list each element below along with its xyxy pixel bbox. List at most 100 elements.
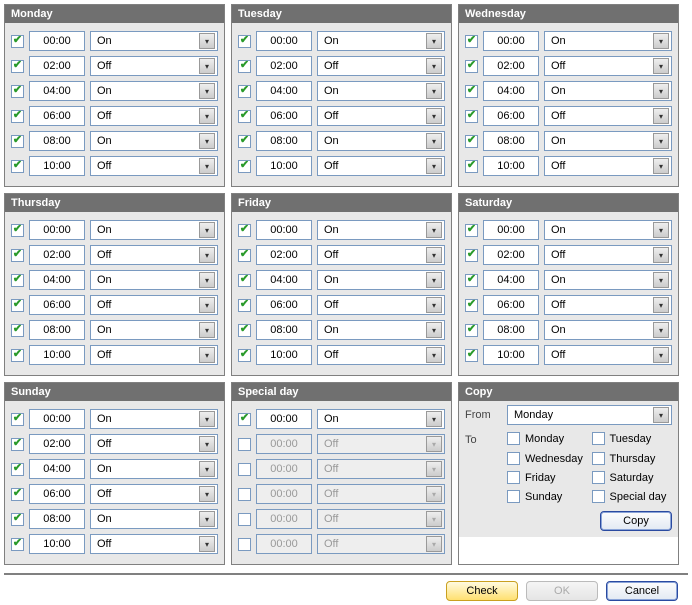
copy-target-checkbox[interactable] <box>507 490 520 503</box>
row-checkbox[interactable] <box>465 349 478 362</box>
row-checkbox[interactable] <box>465 35 478 48</box>
state-select[interactable]: Off▾ <box>90 156 218 176</box>
state-select[interactable]: On▾ <box>90 459 218 479</box>
time-input[interactable] <box>256 81 312 101</box>
row-checkbox[interactable] <box>11 538 24 551</box>
row-checkbox[interactable] <box>11 35 24 48</box>
state-select[interactable]: Off▾ <box>317 106 445 126</box>
state-select[interactable]: Off▾ <box>317 156 445 176</box>
time-input[interactable] <box>29 245 85 265</box>
state-select[interactable]: Off▾ <box>544 245 672 265</box>
row-checkbox[interactable] <box>465 135 478 148</box>
state-select[interactable]: Off▾ <box>544 345 672 365</box>
row-checkbox[interactable] <box>11 135 24 148</box>
row-checkbox[interactable] <box>238 299 251 312</box>
time-input[interactable] <box>29 320 85 340</box>
state-select[interactable]: Off▾ <box>90 484 218 504</box>
state-select[interactable]: On▾ <box>544 131 672 151</box>
state-select[interactable]: Off▾ <box>317 295 445 315</box>
time-input[interactable] <box>29 220 85 240</box>
row-checkbox[interactable] <box>238 135 251 148</box>
time-input[interactable] <box>29 156 85 176</box>
copy-target-checkbox[interactable] <box>592 471 605 484</box>
state-select[interactable]: Off▾ <box>90 245 218 265</box>
time-input[interactable] <box>483 245 539 265</box>
row-checkbox[interactable] <box>465 299 478 312</box>
time-input[interactable] <box>29 56 85 76</box>
time-input[interactable] <box>256 245 312 265</box>
time-input[interactable] <box>256 320 312 340</box>
from-select[interactable]: Monday▾ <box>507 405 672 425</box>
time-input[interactable] <box>483 81 539 101</box>
state-select[interactable]: On▾ <box>90 131 218 151</box>
time-input[interactable] <box>256 106 312 126</box>
row-checkbox[interactable] <box>465 224 478 237</box>
state-select[interactable]: On▾ <box>90 81 218 101</box>
state-select[interactable]: Off▾ <box>544 106 672 126</box>
time-input[interactable] <box>483 131 539 151</box>
row-checkbox[interactable] <box>11 299 24 312</box>
row-checkbox[interactable] <box>11 488 24 501</box>
state-select[interactable]: On▾ <box>317 320 445 340</box>
state-select[interactable]: On▾ <box>90 220 218 240</box>
time-input[interactable] <box>483 345 539 365</box>
state-select[interactable]: On▾ <box>90 509 218 529</box>
state-select[interactable]: On▾ <box>317 31 445 51</box>
state-select[interactable]: Off▾ <box>317 345 445 365</box>
state-select[interactable]: Off▾ <box>90 106 218 126</box>
time-input[interactable] <box>483 56 539 76</box>
row-checkbox[interactable] <box>238 463 251 476</box>
time-input[interactable] <box>29 270 85 290</box>
state-select[interactable]: Off▾ <box>90 434 218 454</box>
time-input[interactable] <box>29 345 85 365</box>
state-select[interactable]: On▾ <box>90 320 218 340</box>
row-checkbox[interactable] <box>11 110 24 123</box>
row-checkbox[interactable] <box>11 463 24 476</box>
time-input[interactable] <box>29 434 85 454</box>
time-input[interactable] <box>483 270 539 290</box>
state-select[interactable]: On▾ <box>317 220 445 240</box>
copy-target-checkbox[interactable] <box>592 432 605 445</box>
time-input[interactable] <box>256 409 312 429</box>
copy-target-checkbox[interactable] <box>592 452 605 465</box>
row-checkbox[interactable] <box>238 60 251 73</box>
time-input[interactable] <box>256 270 312 290</box>
row-checkbox[interactable] <box>238 488 251 501</box>
row-checkbox[interactable] <box>238 324 251 337</box>
time-input[interactable] <box>483 295 539 315</box>
row-checkbox[interactable] <box>238 110 251 123</box>
state-select[interactable]: Off▾ <box>90 345 218 365</box>
row-checkbox[interactable] <box>238 513 251 526</box>
time-input[interactable] <box>483 106 539 126</box>
row-checkbox[interactable] <box>238 413 251 426</box>
row-checkbox[interactable] <box>238 85 251 98</box>
state-select[interactable]: On▾ <box>544 320 672 340</box>
time-input[interactable] <box>29 484 85 504</box>
time-input[interactable] <box>256 220 312 240</box>
row-checkbox[interactable] <box>238 160 251 173</box>
row-checkbox[interactable] <box>238 274 251 287</box>
state-select[interactable]: Off▾ <box>544 295 672 315</box>
row-checkbox[interactable] <box>11 85 24 98</box>
state-select[interactable]: On▾ <box>317 409 445 429</box>
copy-target-checkbox[interactable] <box>507 471 520 484</box>
state-select[interactable]: On▾ <box>317 81 445 101</box>
state-select[interactable]: Off▾ <box>544 156 672 176</box>
time-input[interactable] <box>29 459 85 479</box>
row-checkbox[interactable] <box>238 224 251 237</box>
row-checkbox[interactable] <box>465 160 478 173</box>
row-checkbox[interactable] <box>11 160 24 173</box>
time-input[interactable] <box>29 106 85 126</box>
state-select[interactable]: On▾ <box>317 270 445 290</box>
row-checkbox[interactable] <box>11 249 24 262</box>
row-checkbox[interactable] <box>465 85 478 98</box>
state-select[interactable]: Off▾ <box>90 295 218 315</box>
row-checkbox[interactable] <box>465 249 478 262</box>
time-input[interactable] <box>256 295 312 315</box>
time-input[interactable] <box>483 156 539 176</box>
state-select[interactable]: On▾ <box>90 409 218 429</box>
state-select[interactable]: On▾ <box>544 81 672 101</box>
time-input[interactable] <box>29 509 85 529</box>
copy-target-checkbox[interactable] <box>507 432 520 445</box>
time-input[interactable] <box>256 131 312 151</box>
